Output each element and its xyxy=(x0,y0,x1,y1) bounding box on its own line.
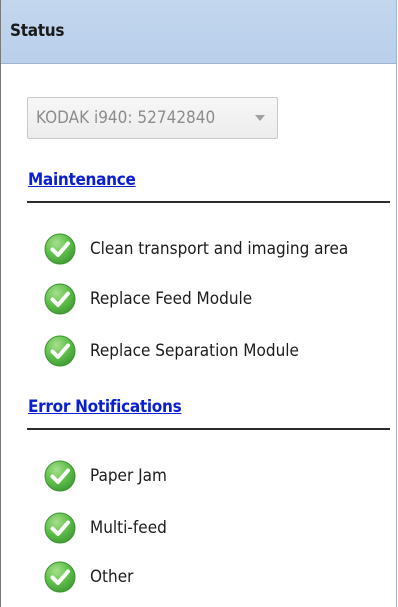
maintenance-item-clean-transport: Clean transport and imaging area xyxy=(43,231,348,267)
maintenance-item-replace-feed: Replace Feed Module xyxy=(43,281,252,317)
error-item-label: Other xyxy=(90,567,134,587)
error-item-label: Multi-feed xyxy=(90,518,167,538)
maintenance-item-label: Clean transport and imaging area xyxy=(90,239,349,259)
error-notifications-link[interactable]: Error Notifications xyxy=(28,397,182,417)
panel-title: Status xyxy=(10,21,65,41)
error-notifications-divider xyxy=(27,428,390,430)
maintenance-link[interactable]: Maintenance xyxy=(28,170,136,190)
chevron-down-icon[interactable] xyxy=(255,115,265,121)
error-item-multi-feed: Multi-feed xyxy=(43,510,167,546)
maintenance-item-label: Replace Separation Module xyxy=(90,341,299,361)
maintenance-item-replace-separation: Replace Separation Module xyxy=(43,333,299,369)
green-check-icon xyxy=(43,560,77,594)
green-check-icon xyxy=(43,334,77,368)
error-item-paper-jam: Paper Jam xyxy=(43,458,167,494)
error-item-other: Other xyxy=(43,559,133,595)
scanner-select-value: KODAK i940: 52742840 xyxy=(36,108,216,128)
green-check-icon xyxy=(43,511,77,545)
maintenance-item-label: Replace Feed Module xyxy=(90,289,253,309)
scanner-select-dropdown[interactable]: KODAK i940: 52742840 xyxy=(27,97,278,139)
status-title-bar: Status xyxy=(1,0,396,64)
green-check-icon xyxy=(43,282,77,316)
maintenance-divider xyxy=(27,201,390,203)
error-item-label: Paper Jam xyxy=(90,466,167,486)
green-check-icon xyxy=(43,459,77,493)
status-panel: Status KODAK i940: 52742840 Maintenance … xyxy=(0,0,397,607)
green-check-icon xyxy=(43,232,77,266)
